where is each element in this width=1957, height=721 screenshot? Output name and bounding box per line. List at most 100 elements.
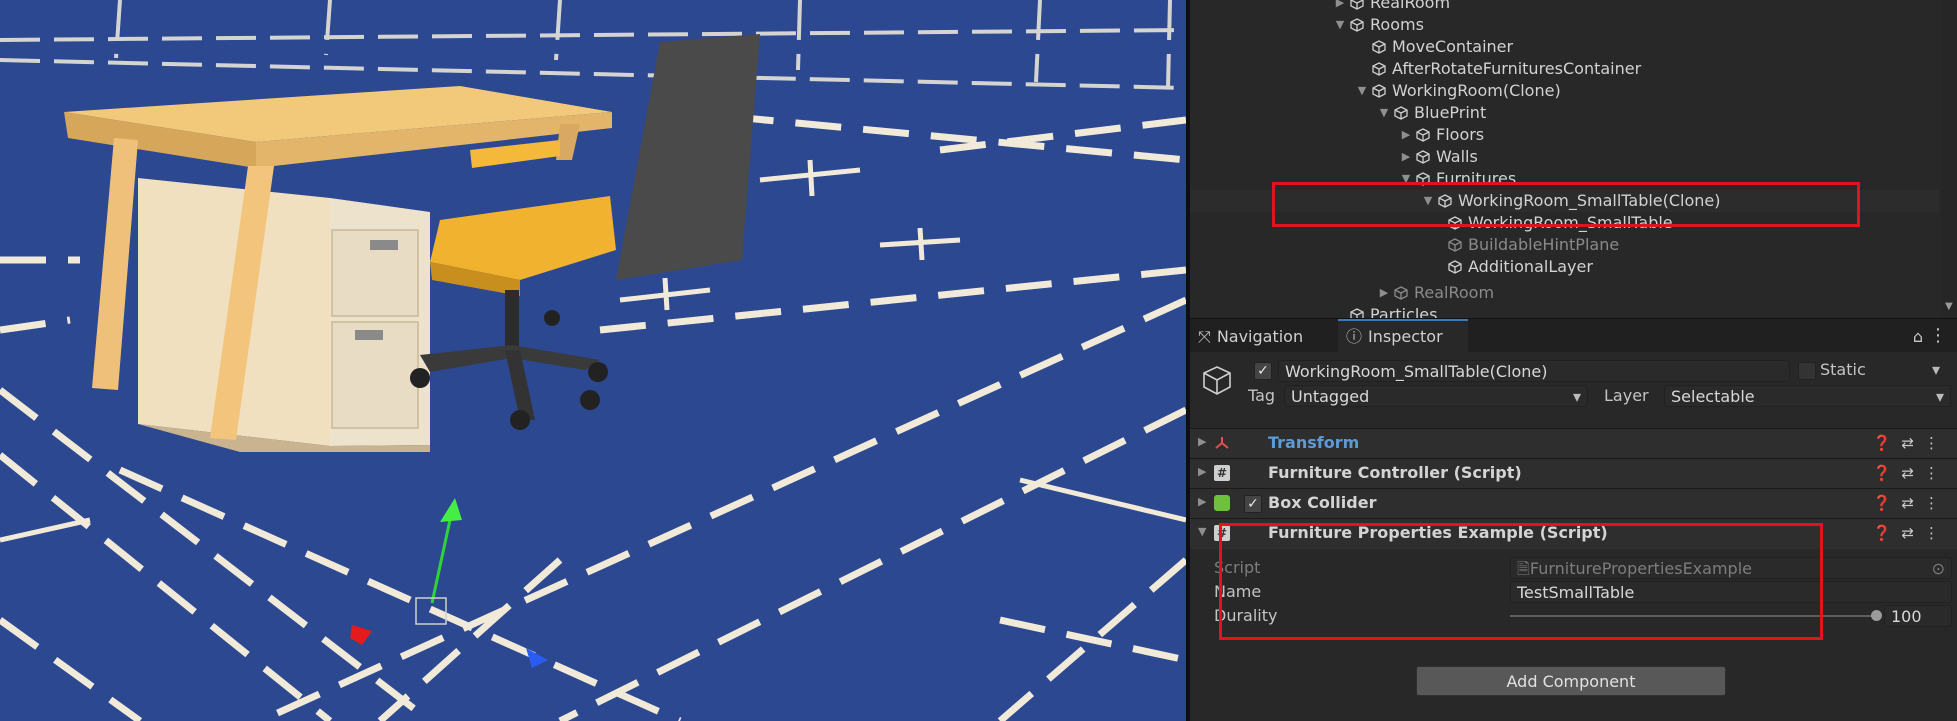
active-checkbox[interactable]: ✓ xyxy=(1254,362,1272,380)
cube-icon xyxy=(1372,84,1386,98)
durality-slider[interactable] xyxy=(1510,615,1876,617)
kebab-icon[interactable]: ⋮ xyxy=(1924,434,1949,452)
expand-arrow-icon[interactable]: ▶ xyxy=(1198,495,1206,508)
static-checkbox[interactable] xyxy=(1798,362,1816,380)
help-icon[interactable]: ❓ xyxy=(1873,464,1902,482)
hierarchy-label: Floors xyxy=(1436,125,1485,144)
cube-icon xyxy=(1372,40,1386,54)
hierarchy-row[interactable]: ▼ BluePrint xyxy=(1190,102,1939,124)
script-icon: # xyxy=(1214,465,1230,481)
collapse-arrow-icon[interactable]: ▼ xyxy=(1334,14,1346,36)
gameobject-cube-icon[interactable] xyxy=(1200,364,1234,398)
component-tools: ❓⇄⋮ xyxy=(1873,494,1949,512)
kebab-icon[interactable]: ⋮ xyxy=(1929,325,1947,346)
script-reference-field[interactable]: 🗎FurniturePropertiesExample ⊙ xyxy=(1510,557,1952,579)
component-tools: ❓⇄⋮ xyxy=(1873,464,1949,482)
scroll-down-icon[interactable]: ▼ xyxy=(1945,301,1953,312)
hierarchy-row[interactable]: ▼ Furnitures xyxy=(1190,168,1939,190)
hierarchy-row[interactable]: ▼ Rooms xyxy=(1190,14,1939,36)
object-picker-icon[interactable]: ⊙ xyxy=(1932,558,1945,580)
component-furniture-controller[interactable]: ▶ # Furniture Controller (Script) ❓⇄⋮ xyxy=(1190,458,1957,489)
script-value: FurniturePropertiesExample xyxy=(1529,559,1752,578)
tab-label: Navigation xyxy=(1216,327,1304,346)
sliders-icon[interactable]: ⇄ xyxy=(1901,464,1924,482)
sliders-icon[interactable]: ⇄ xyxy=(1901,434,1924,452)
cube-icon xyxy=(1416,150,1430,164)
cube-icon xyxy=(1448,238,1462,252)
component-box-collider[interactable]: ▶ ✓ Box Collider ❓⇄⋮ xyxy=(1190,488,1957,519)
component-title: Furniture Properties Example (Script) xyxy=(1268,523,1608,542)
hierarchy-label: AfterRotateFurnituresContainer xyxy=(1392,59,1642,78)
collapse-arrow-icon[interactable]: ▼ xyxy=(1198,525,1206,538)
collapse-arrow-icon[interactable]: ▼ xyxy=(1422,190,1434,212)
expand-arrow-icon[interactable]: ▶ xyxy=(1400,124,1412,146)
cube-icon xyxy=(1448,260,1462,274)
add-component-button[interactable]: Add Component xyxy=(1416,666,1726,696)
component-title: Transform xyxy=(1268,433,1360,452)
hierarchy-scrollbar[interactable]: ▼ xyxy=(1941,0,1957,318)
durality-property: Durality 100 xyxy=(1190,604,1957,628)
collapse-arrow-icon[interactable]: ▼ xyxy=(1400,168,1412,190)
expand-arrow-icon[interactable]: ▶ xyxy=(1198,465,1206,478)
help-icon[interactable]: ❓ xyxy=(1873,524,1902,542)
kebab-icon[interactable]: ⋮ xyxy=(1924,464,1949,482)
hierarchy-row[interactable]: BuildableHintPlane xyxy=(1190,234,1939,256)
cube-icon xyxy=(1394,286,1408,300)
lock-icon[interactable]: ⌂ xyxy=(1913,327,1923,346)
component-title: Furniture Controller (Script) xyxy=(1268,463,1522,482)
hierarchy-row[interactable]: ▶ Floors xyxy=(1190,124,1939,146)
help-icon[interactable]: ❓ xyxy=(1873,494,1902,512)
expand-arrow-icon[interactable]: ▶ xyxy=(1378,282,1390,304)
hierarchy-label: AdditionalLayer xyxy=(1468,257,1593,276)
expand-arrow-icon[interactable]: ▶ xyxy=(1334,0,1346,14)
tag-dropdown[interactable]: Untagged xyxy=(1284,385,1588,408)
hierarchy-row[interactable]: ▼ WorkingRoom(Clone) xyxy=(1190,80,1939,102)
hierarchy-label: WorkingRoom_SmallTable xyxy=(1468,213,1673,232)
component-tools: ❓⇄⋮ xyxy=(1873,434,1949,452)
tab-navigation[interactable]: ⤧ Navigation xyxy=(1190,321,1334,353)
durality-slider-knob[interactable] xyxy=(1871,610,1882,621)
durality-input[interactable]: 100 xyxy=(1884,605,1952,627)
name-input[interactable]: TestSmallTable xyxy=(1510,581,1952,603)
static-dropdown[interactable]: Static xyxy=(1820,360,1946,379)
sliders-icon[interactable]: ⇄ xyxy=(1901,494,1924,512)
script-icon: # xyxy=(1214,525,1230,541)
hierarchy-panel[interactable]: ▶ RealRoom ▼ Rooms MoveContainer AfterRo… xyxy=(1190,0,1957,318)
tag-label: Tag xyxy=(1248,386,1276,405)
hierarchy-row[interactable]: Particles xyxy=(1190,304,1939,318)
hierarchy-row-selected[interactable]: ▼ WorkingRoom_SmallTable(Clone) xyxy=(1190,190,1939,212)
cube-icon xyxy=(1372,62,1386,76)
box-collider-icon xyxy=(1214,495,1230,511)
hierarchy-row[interactable]: ▶ RealRoom xyxy=(1190,0,1939,14)
collapse-arrow-icon[interactable]: ▼ xyxy=(1356,80,1368,102)
hierarchy-row[interactable]: AdditionalLayer xyxy=(1190,256,1939,278)
expand-arrow-icon[interactable]: ▶ xyxy=(1198,435,1206,448)
scene-canvas[interactable] xyxy=(0,0,1186,721)
hierarchy-row[interactable]: MoveContainer xyxy=(1190,36,1939,58)
collapse-arrow-icon[interactable]: ▼ xyxy=(1378,102,1390,124)
sliders-icon[interactable]: ⇄ xyxy=(1901,524,1924,542)
component-transform[interactable]: ▶ Transform ❓⇄⋮ xyxy=(1190,428,1957,459)
cube-icon xyxy=(1416,172,1430,186)
hierarchy-row[interactable]: WorkingRoom_SmallTable xyxy=(1190,212,1939,234)
component-enabled-checkbox[interactable]: ✓ xyxy=(1244,495,1262,513)
kebab-icon[interactable]: ⋮ xyxy=(1924,494,1949,512)
hierarchy-row[interactable]: AfterRotateFurnituresContainer xyxy=(1190,58,1939,80)
script-property: Script 🗎FurniturePropertiesExample ⊙ xyxy=(1190,556,1957,580)
name-property: Name TestSmallTable xyxy=(1190,580,1957,604)
kebab-icon[interactable]: ⋮ xyxy=(1924,524,1949,542)
hierarchy-row[interactable]: ▶ RealRoom xyxy=(1190,282,1939,304)
hierarchy-label: WorkingRoom_SmallTable(Clone) xyxy=(1458,191,1721,210)
hierarchy-label: BuildableHintPlane xyxy=(1468,235,1620,254)
component-furniture-properties[interactable]: ▼ # Furniture Properties Example (Script… xyxy=(1190,518,1957,549)
info-icon: ⓘ xyxy=(1346,327,1363,346)
expand-arrow-icon[interactable]: ▶ xyxy=(1400,146,1412,168)
layer-dropdown[interactable]: Selectable xyxy=(1664,385,1951,408)
hierarchy-row[interactable]: ▶ Walls xyxy=(1190,146,1939,168)
tab-inspector[interactable]: ⓘ Inspector xyxy=(1338,319,1468,353)
help-icon[interactable]: ❓ xyxy=(1873,434,1902,452)
hierarchy-label: BluePrint xyxy=(1414,103,1487,122)
scene-view[interactable] xyxy=(0,0,1186,721)
cabinet xyxy=(138,178,430,452)
object-name-input[interactable]: WorkingRoom_SmallTable(Clone) xyxy=(1278,360,1790,382)
